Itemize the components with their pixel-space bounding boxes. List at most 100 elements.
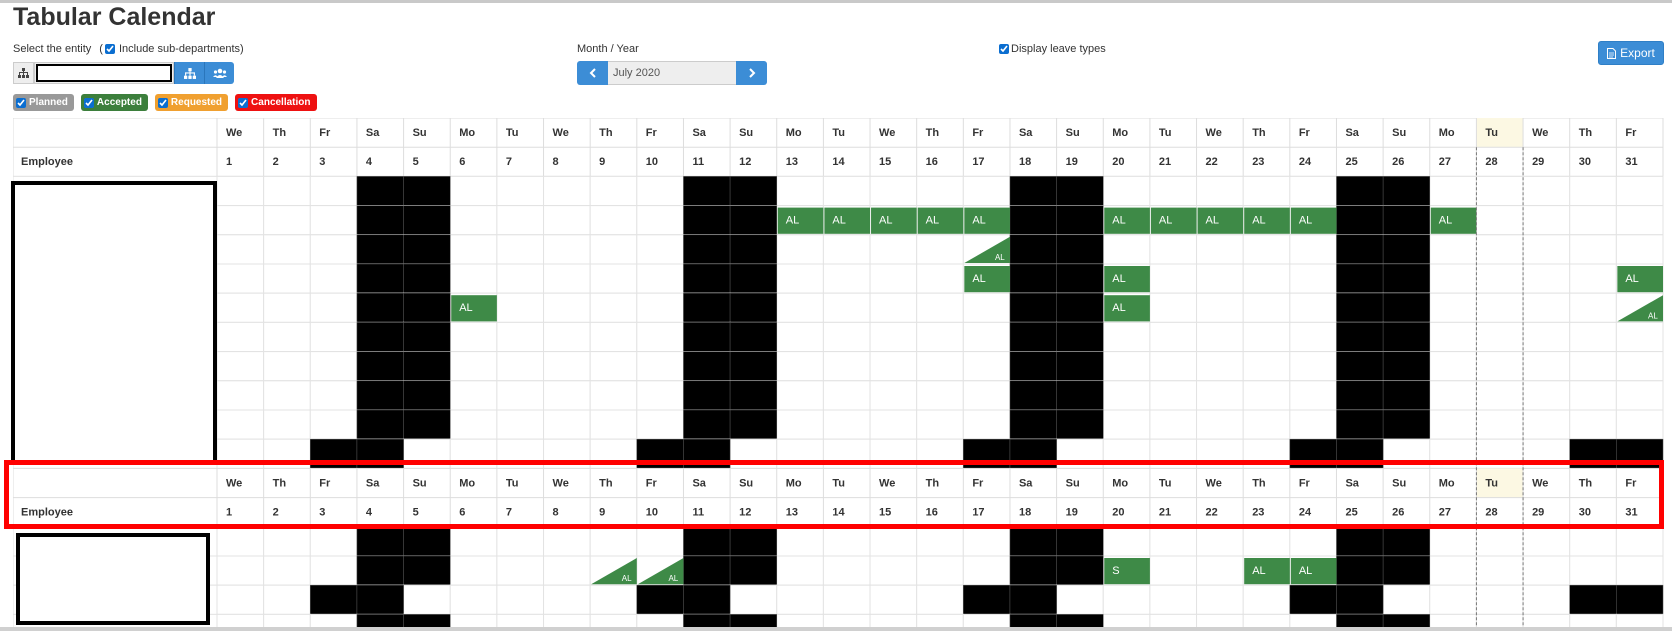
day-cell[interactable] [1196,321,1244,353]
day-cell[interactable] [263,234,311,265]
day-cell[interactable] [869,175,918,207]
select-department-button[interactable] [174,62,204,84]
day-cell[interactable] [1289,234,1337,265]
day-cell[interactable] [916,584,964,615]
day-cell[interactable] [263,555,311,586]
day-cell[interactable] [449,438,498,469]
full-day-leave[interactable] [1197,207,1244,234]
day-cell[interactable] [1522,205,1571,236]
day-cell[interactable] [1475,555,1524,586]
day-cell[interactable] [543,234,591,265]
day-cell[interactable] [496,409,545,440]
day-cell[interactable] [636,205,684,236]
day-cell[interactable] [589,263,638,294]
day-cell[interactable] [1522,234,1571,265]
day-cell[interactable] [263,526,311,557]
day-cell[interactable] [822,438,871,469]
day-cell[interactable] [1475,351,1524,382]
full-day-leave[interactable] [1244,207,1290,234]
day-cell[interactable] [869,234,918,265]
day-cell[interactable] [1242,438,1291,469]
day-cell[interactable] [1149,292,1198,323]
day-cell[interactable] [543,351,591,382]
day-cell[interactable] [216,409,265,440]
day-cell[interactable] [1102,321,1151,353]
full-day-leave[interactable] [1104,295,1150,322]
day-cell[interactable] [636,234,684,265]
legend-accepted-checkbox[interactable] [83,97,94,108]
day-cell[interactable] [309,234,358,265]
day-cell[interactable] [1522,263,1571,294]
day-cell[interactable] [263,409,311,440]
day-cell[interactable] [1242,175,1291,207]
day-cell[interactable] [309,292,358,323]
day-cell[interactable] [216,321,265,353]
day-cell[interactable] [1569,205,1617,236]
day-cell[interactable] [589,526,638,557]
day-cell[interactable] [1102,526,1151,557]
day-cell[interactable] [589,351,638,382]
day-cell[interactable] [1056,438,1104,469]
day-cell[interactable] [216,292,265,323]
full-day-leave[interactable] [964,207,1010,234]
day-cell[interactable] [1196,351,1244,382]
full-day-leave[interactable] [1104,266,1150,293]
day-cell[interactable] [822,526,871,557]
day-cell[interactable] [1102,351,1151,382]
day-cell[interactable] [1615,175,1664,207]
day-cell[interactable] [636,380,684,411]
full-day-leave[interactable] [1430,207,1477,234]
day-cell[interactable] [1196,555,1244,586]
day-cell[interactable] [1242,263,1291,294]
day-cell[interactable] [1102,438,1151,469]
day-cell[interactable] [1475,584,1524,615]
legend-accepted[interactable]: Accepted [80,94,148,111]
day-cell[interactable] [1242,526,1291,557]
day-cell[interactable] [729,438,778,469]
day-cell[interactable] [1569,263,1617,294]
day-cell[interactable] [589,175,638,207]
day-cell[interactable] [449,526,498,557]
day-cell[interactable] [1242,380,1291,411]
day-cell[interactable] [1242,234,1291,265]
entity-tree-button[interactable] [13,62,34,84]
day-cell[interactable] [449,380,498,411]
day-cell[interactable] [1522,175,1571,207]
day-cell[interactable] [1289,380,1337,411]
day-cell[interactable] [543,438,591,469]
day-cell[interactable] [589,409,638,440]
day-cell[interactable] [636,409,684,440]
day-cell[interactable] [1522,321,1571,353]
day-cell[interactable] [1196,234,1244,265]
day-cell[interactable] [216,263,265,294]
day-cell[interactable] [1242,321,1291,353]
day-cell[interactable] [1475,263,1524,294]
day-cell[interactable] [1475,321,1524,353]
day-cell[interactable] [962,526,1011,557]
day-cell[interactable] [589,205,638,236]
day-cell[interactable] [636,526,684,557]
day-cell[interactable] [1429,292,1477,323]
day-cell[interactable] [1429,263,1477,294]
legend-requested-checkbox[interactable] [157,97,168,108]
day-cell[interactable] [543,555,591,586]
day-cell[interactable] [1149,380,1198,411]
full-day-leave[interactable] [871,207,917,234]
day-cell[interactable] [1289,263,1337,294]
day-cell[interactable] [1522,555,1571,586]
day-cell[interactable] [496,584,545,615]
full-day-leave[interactable] [1617,266,1663,293]
day-cell[interactable] [1429,584,1477,615]
day-cell[interactable] [869,584,918,615]
day-cell[interactable] [543,380,591,411]
day-cell[interactable] [776,438,824,469]
day-cell[interactable] [1149,234,1198,265]
day-cell[interactable] [1429,380,1477,411]
day-cell[interactable] [449,555,498,586]
day-cell[interactable] [636,175,684,207]
day-cell[interactable] [1429,321,1477,353]
full-day-leave[interactable] [777,207,824,234]
day-cell[interactable] [589,234,638,265]
day-cell[interactable] [1242,409,1291,440]
entity-input[interactable] [34,62,174,84]
